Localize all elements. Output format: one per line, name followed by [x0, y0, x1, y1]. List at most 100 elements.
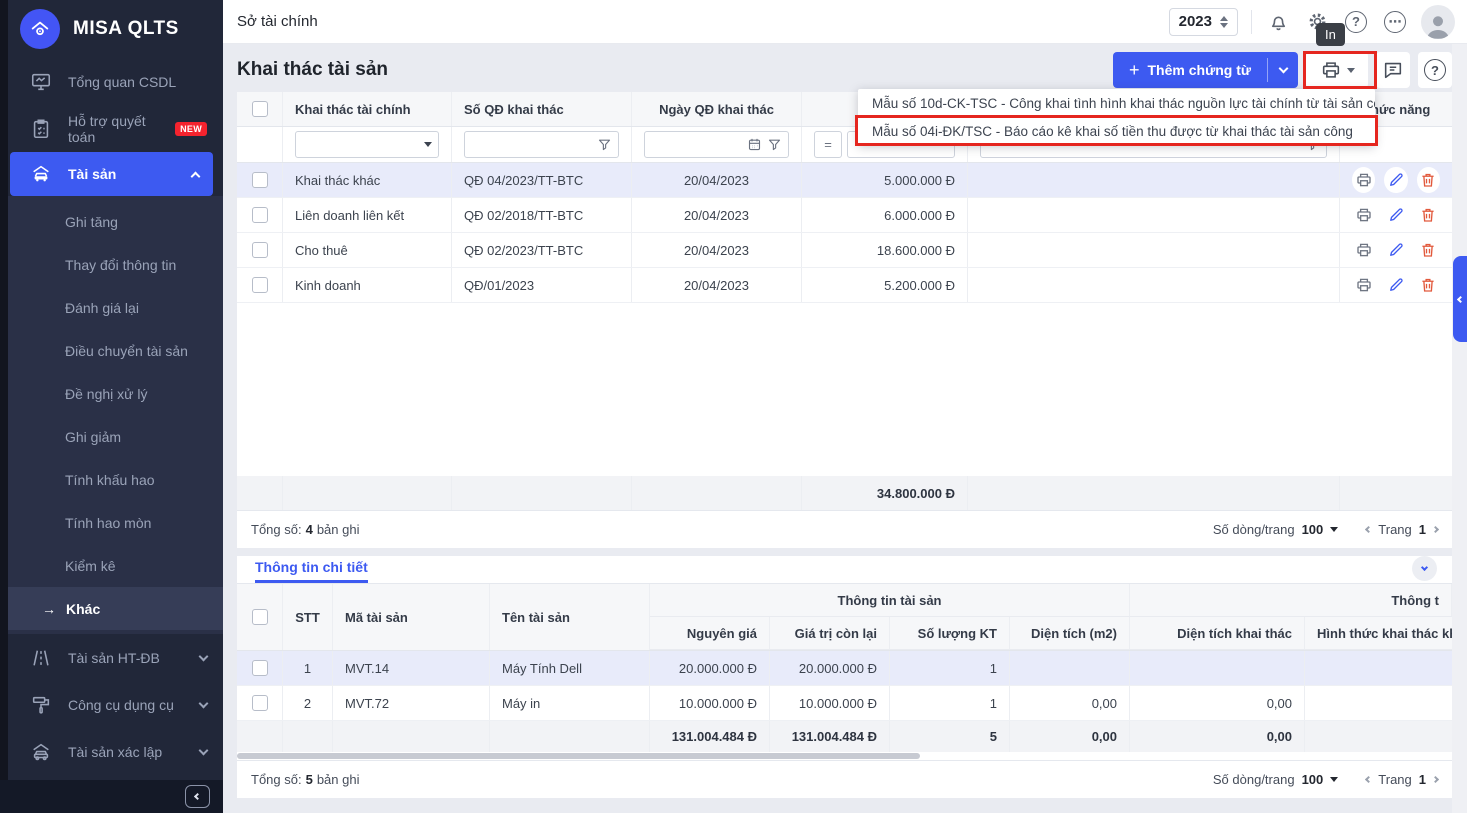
print-dropdown-button[interactable]: [1306, 52, 1368, 88]
table-row[interactable]: Cho thuê QĐ 02/2023/TT-BTC 20/04/2023 18…: [237, 233, 1452, 268]
submenu-label: Đề nghị xử lý: [65, 386, 148, 402]
row-checkbox[interactable]: [252, 277, 268, 293]
detail-table-body: 1 MVT.14 Máy Tính Dell 20.000.000 Đ 20.0…: [237, 651, 1452, 721]
submenu-tinh-hao-mon[interactable]: Tính hao mòn: [0, 501, 223, 544]
vertical-scrollbar-rail[interactable]: [1452, 44, 1467, 813]
select-all-checkbox[interactable]: [252, 101, 268, 117]
filter-so-qd-input[interactable]: [464, 131, 619, 158]
delete-row-icon[interactable]: [1417, 202, 1440, 228]
submenu-tinh-khau-hao[interactable]: Tính khấu hao: [0, 458, 223, 501]
submenu-kiem-ke[interactable]: Kiểm kê: [0, 544, 223, 587]
submenu-thay-doi-thong-tin[interactable]: Thay đổi thông tin: [0, 243, 223, 286]
col-so-qd[interactable]: Số QĐ khai thác: [452, 92, 632, 126]
submenu-khac[interactable]: → Khác: [0, 587, 223, 630]
submenu-danh-gia-lai[interactable]: Đánh giá lại: [0, 286, 223, 329]
caret-down-icon: [1330, 527, 1338, 532]
rows-per-page-select[interactable]: 100: [1302, 522, 1324, 537]
question-glyph: ?: [1424, 59, 1446, 81]
col-gia-tri-con-lai[interactable]: Giá trị còn lại: [770, 617, 890, 650]
prev-page-button[interactable]: [1365, 526, 1372, 533]
next-page-button[interactable]: [1432, 776, 1439, 783]
col-dien-tich-khai-thac[interactable]: Diện tích khai thác: [1130, 617, 1305, 650]
prev-page-button[interactable]: [1365, 776, 1372, 783]
col-hinh-thuc-khai-thac[interactable]: Hình thức khai thác khá: [1305, 617, 1452, 650]
sidebar-edge: [0, 0, 8, 813]
col-ma-tai-san[interactable]: Mã tài sản: [333, 584, 490, 650]
chevron-down-icon: [199, 651, 209, 661]
scrollbar-thumb[interactable]: [237, 753, 920, 759]
edit-row-icon[interactable]: [1384, 167, 1407, 193]
submenu-de-nghi-xu-ly[interactable]: Đề nghị xử lý: [0, 372, 223, 415]
equals-operator[interactable]: =: [814, 131, 842, 158]
rows-per-page-select[interactable]: 100: [1302, 772, 1324, 787]
submenu-dieu-chuyen-tai-san[interactable]: Điều chuyển tài sản: [0, 329, 223, 372]
add-voucher-dropdown-button[interactable]: [1268, 52, 1298, 88]
row-checkbox[interactable]: [252, 172, 268, 188]
bell-icon[interactable]: [1265, 9, 1291, 35]
table-row[interactable]: Kinh doanh QĐ/01/2023 20/04/2023 5.200.0…: [237, 268, 1452, 303]
submenu-label: Ghi tăng: [65, 214, 118, 230]
user-avatar[interactable]: [1421, 5, 1455, 39]
help-button[interactable]: ?: [1418, 52, 1452, 88]
sidebar-item-cong-cu-dung-cu[interactable]: Công cụ dụng cụ: [0, 681, 223, 728]
col-khai-thac-tai-chinh[interactable]: Khai thác tài chính: [283, 92, 452, 126]
row-checkbox[interactable]: [252, 660, 268, 676]
print-menu-item-04i-dk-tsc[interactable]: Mẫu số 04i-ĐK/TSC - Báo cáo kê khai số t…: [858, 117, 1375, 145]
print-row-icon[interactable]: [1352, 272, 1375, 298]
add-voucher-split-button[interactable]: + Thêm chứng từ: [1113, 52, 1298, 88]
expand-panel-tab[interactable]: [1453, 256, 1467, 342]
cell-ngay: 20/04/2023: [632, 198, 802, 232]
table-row[interactable]: 2 MVT.72 Máy in 10.000.000 Đ 10.000.000 …: [237, 686, 1452, 721]
cell-gia-tri-con-lai: 10.000.000 Đ: [770, 686, 890, 720]
col-ngay-qd[interactable]: Ngày QĐ khai thác: [632, 92, 802, 126]
col-nguyen-gia[interactable]: Nguyên giá: [650, 617, 770, 650]
sidebar-item-label: Tài sản HT-ĐB: [68, 650, 184, 666]
more-icon[interactable]: ⋯: [1382, 9, 1408, 35]
delete-row-icon[interactable]: [1417, 272, 1440, 298]
table-row[interactable]: Khai thác khác QĐ 04/2023/TT-BTC 20/04/2…: [237, 163, 1452, 198]
filter-type-select[interactable]: [295, 131, 439, 158]
print-row-icon[interactable]: [1352, 167, 1375, 193]
table-row[interactable]: Liên doanh liên kết QĐ 02/2018/TT-BTC 20…: [237, 198, 1452, 233]
edit-row-icon[interactable]: [1384, 202, 1407, 228]
printer-icon: [1320, 59, 1342, 81]
feedback-button[interactable]: [1376, 52, 1410, 88]
edit-row-icon[interactable]: [1384, 237, 1407, 263]
sidebar-item-tai-san[interactable]: Tài sản: [10, 152, 213, 196]
submenu-label: Tính hao mòn: [65, 515, 151, 531]
cell-so-luong-kt: 1: [890, 651, 1010, 685]
sidebar-item-tai-san-xac-lap[interactable]: Tài sản xác lập: [0, 728, 223, 775]
row-checkbox[interactable]: [252, 242, 268, 258]
tab-thong-tin-chi-tiet[interactable]: Thông tin chi tiết: [255, 559, 368, 583]
submenu-ghi-giam[interactable]: Ghi giảm: [0, 415, 223, 458]
sidebar-item-ho-tro-quyet-toan[interactable]: Hỗ trợ quyết toán NEW: [0, 105, 223, 152]
submenu-label: Tính khấu hao: [65, 472, 155, 488]
row-checkbox[interactable]: [252, 695, 268, 711]
add-voucher-button[interactable]: + Thêm chứng từ: [1113, 52, 1267, 88]
col-stt[interactable]: STT: [283, 584, 333, 650]
year-spinner-icon[interactable]: [1220, 16, 1228, 28]
row-checkbox[interactable]: [252, 207, 268, 223]
print-row-icon[interactable]: [1352, 202, 1375, 228]
filter-ngay-input[interactable]: [644, 131, 789, 158]
sidebar-collapse-button[interactable]: [185, 785, 210, 808]
print-menu-item-10d-ck-tsc[interactable]: Mẫu số 10d-CK-TSC - Công khai tình hình …: [858, 89, 1375, 117]
app-logo[interactable]: MISA QLTS: [0, 0, 223, 58]
help-icon[interactable]: ?: [1343, 9, 1369, 35]
table-row[interactable]: 1 MVT.14 Máy Tính Dell 20.000.000 Đ 20.0…: [237, 651, 1452, 686]
edit-row-icon[interactable]: [1384, 272, 1407, 298]
next-page-button[interactable]: [1432, 526, 1439, 533]
records-label: bản ghi: [317, 522, 360, 537]
col-so-luong-kt[interactable]: Số lượng KT: [890, 617, 1010, 650]
delete-row-icon[interactable]: [1417, 167, 1440, 193]
collapse-panel-button[interactable]: [1412, 556, 1437, 581]
sidebar-item-tai-san-ht-db[interactable]: Tài sản HT-ĐB: [0, 634, 223, 681]
col-ten-tai-san[interactable]: Tên tài sản: [490, 584, 650, 650]
delete-row-icon[interactable]: [1417, 237, 1440, 263]
col-dien-tich[interactable]: Diện tích (m2): [1010, 617, 1130, 650]
sidebar-item-tong-quan[interactable]: Tổng quan CSDL: [0, 58, 223, 105]
print-row-icon[interactable]: [1352, 237, 1375, 263]
select-all-checkbox[interactable]: [252, 609, 268, 625]
year-selector[interactable]: 2023: [1169, 8, 1238, 36]
submenu-ghi-tang[interactable]: Ghi tăng: [0, 200, 223, 243]
